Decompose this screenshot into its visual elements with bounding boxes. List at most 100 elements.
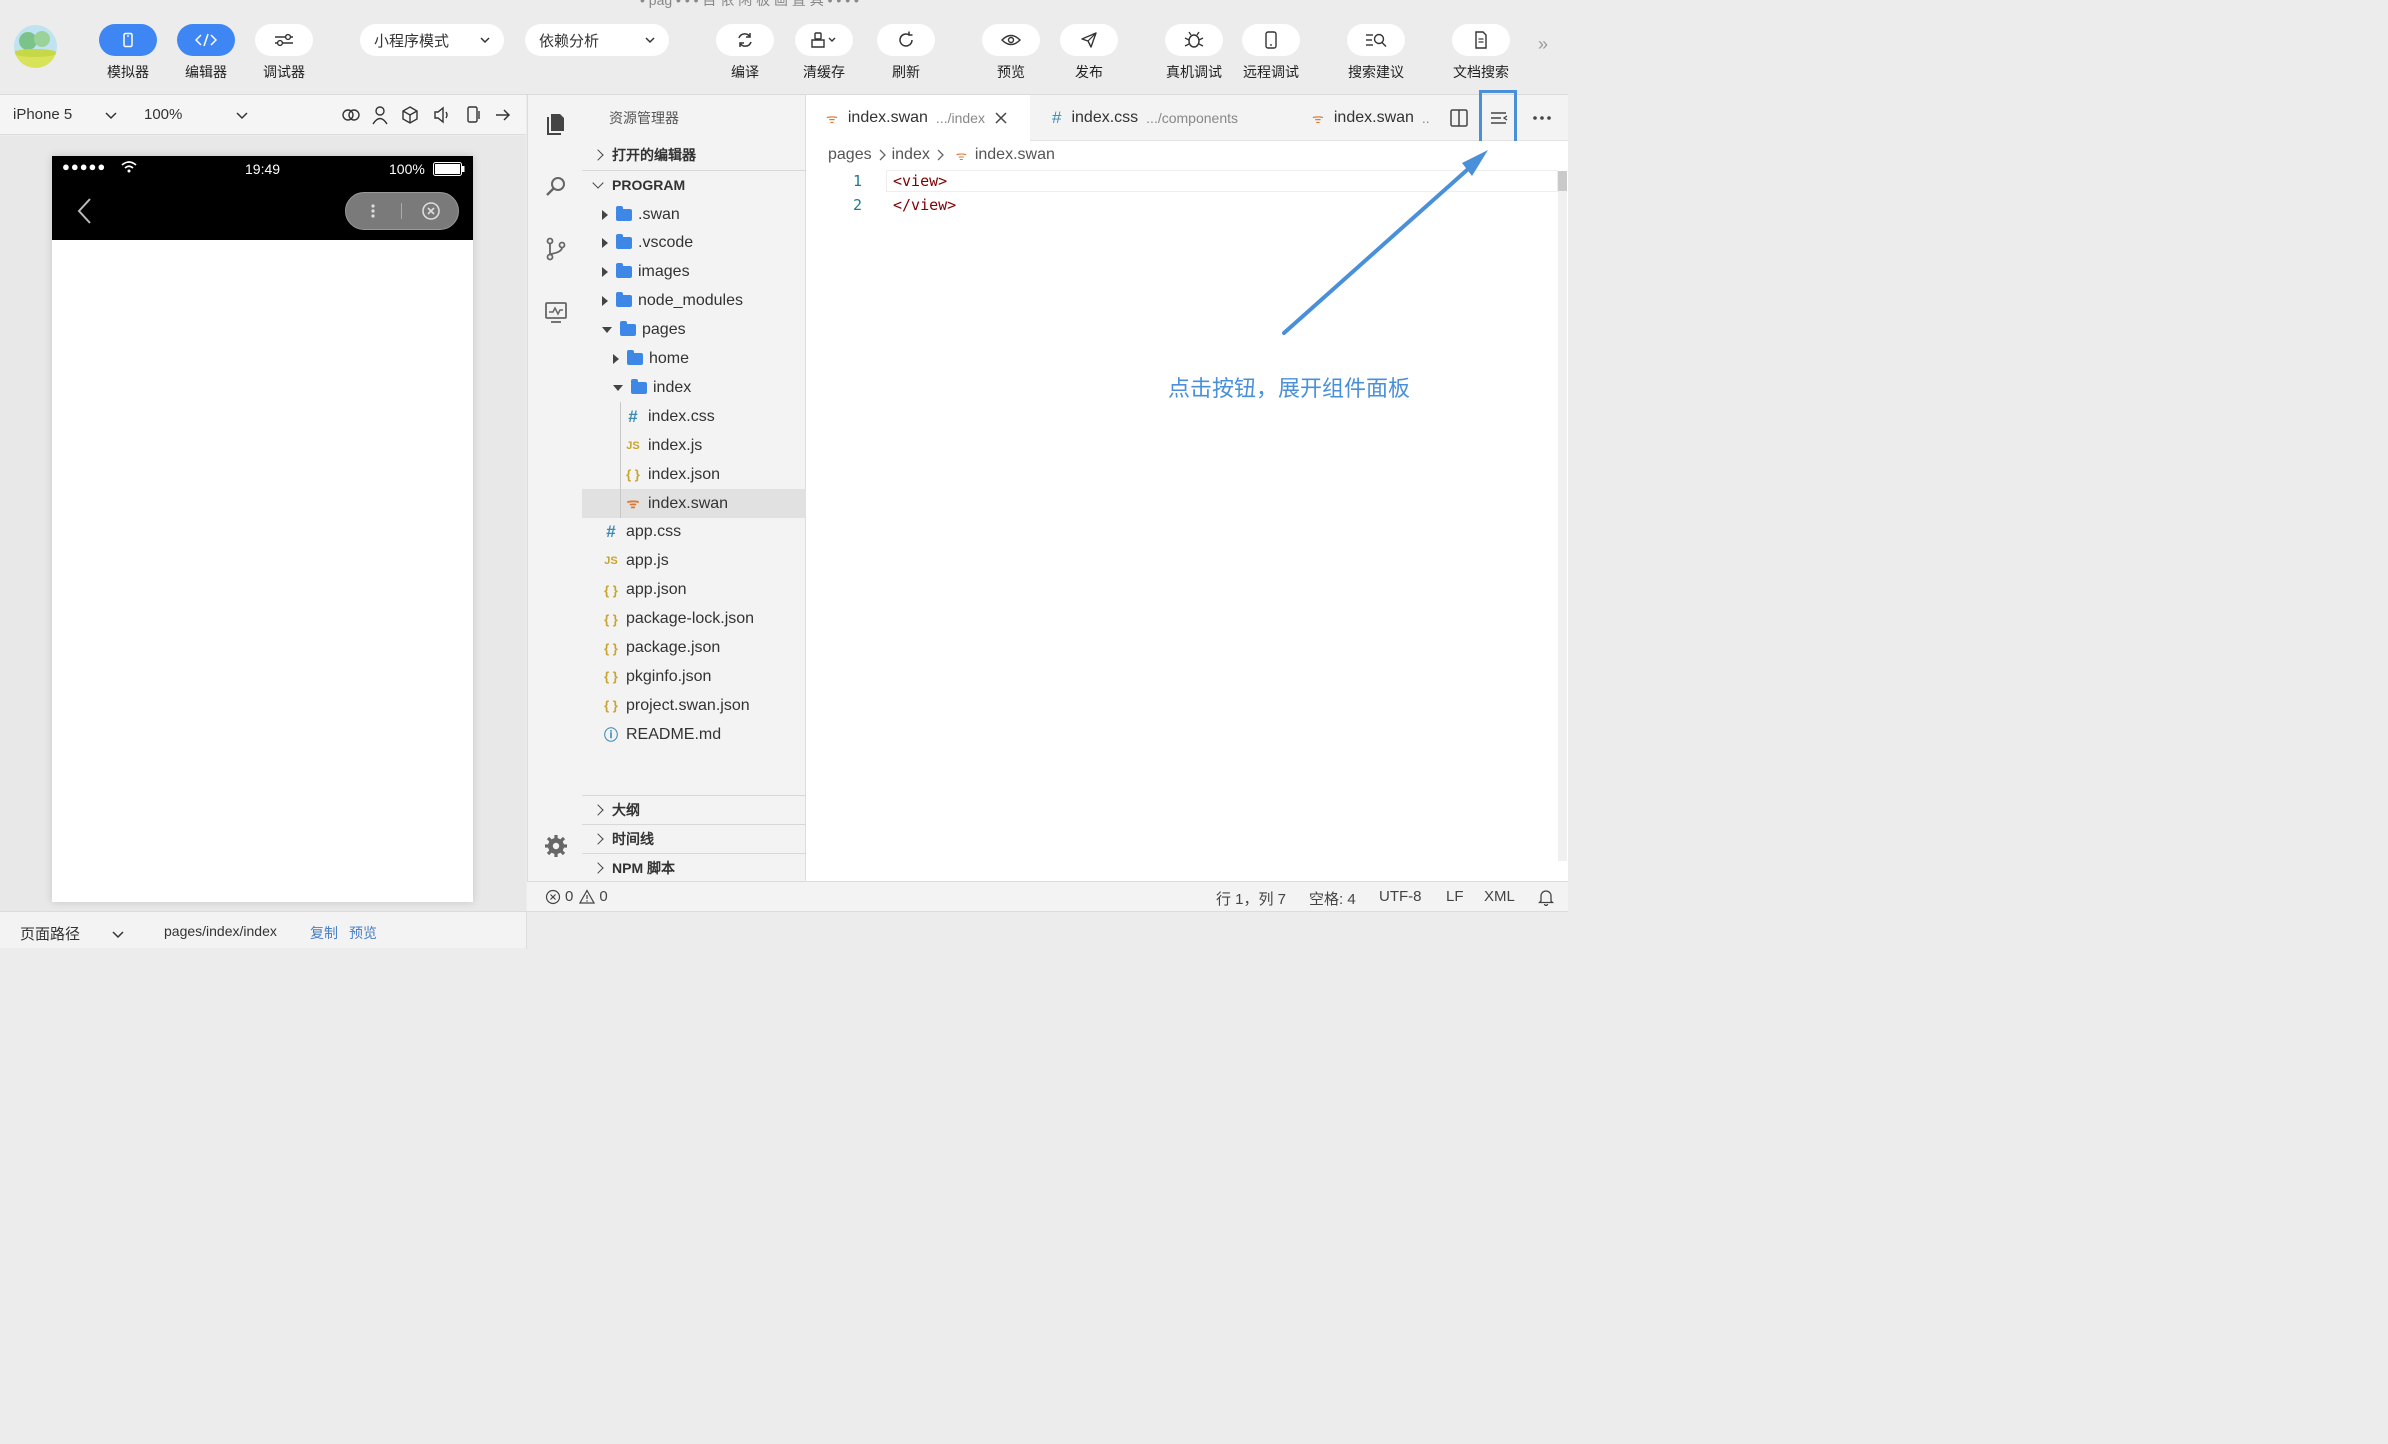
caret-right-icon bbox=[602, 296, 608, 307]
search-icon[interactable] bbox=[543, 174, 569, 200]
timeline-section[interactable]: 时间线 bbox=[582, 824, 806, 853]
user-icon[interactable] bbox=[371, 105, 389, 125]
breadcrumb-item[interactable]: pages bbox=[828, 146, 872, 164]
remote-debug-button[interactable]: 远程调试 bbox=[1242, 24, 1300, 82]
bell-icon[interactable] bbox=[1538, 888, 1554, 906]
toolbar-overflow-icon[interactable]: » bbox=[1538, 34, 1548, 55]
preview-button[interactable]: 预览 bbox=[982, 24, 1040, 82]
tree-file[interactable]: { } package.json bbox=[582, 634, 806, 663]
tree-file[interactable]: { } package-lock.json bbox=[582, 605, 806, 634]
cube-icon[interactable] bbox=[401, 105, 419, 125]
arrow-right-icon[interactable] bbox=[494, 106, 512, 124]
css-file-icon: # bbox=[628, 406, 638, 426]
npm-scripts-section[interactable]: NPM 脚本 bbox=[582, 853, 806, 882]
signal-dots: ●●●●● bbox=[62, 159, 107, 174]
rotate-device-icon[interactable] bbox=[464, 105, 482, 125]
dependency-select-value: 依赖分析 bbox=[539, 32, 600, 50]
encoding-setting[interactable]: UTF-8 bbox=[1379, 888, 1422, 905]
cursor-position[interactable]: 行 1，列 7 bbox=[1216, 888, 1286, 909]
language-mode[interactable]: XML bbox=[1484, 888, 1515, 905]
debugger-button[interactable]: 调试器 bbox=[255, 24, 313, 82]
tree-file[interactable]: ⓘ README.md bbox=[582, 720, 806, 749]
chevron-right-icon bbox=[592, 833, 604, 845]
editor-button[interactable]: 编辑器 bbox=[177, 24, 235, 82]
tree-folder[interactable]: index bbox=[582, 373, 806, 402]
device-select[interactable]: iPhone 5 bbox=[13, 106, 117, 123]
editor-scrollbar[interactable] bbox=[1558, 171, 1567, 861]
refresh-button[interactable]: 刷新 bbox=[877, 24, 935, 82]
paper-plane-icon bbox=[1081, 32, 1097, 48]
simulator-button[interactable]: 模拟器 bbox=[99, 24, 157, 82]
gear-icon[interactable] bbox=[543, 833, 569, 859]
tree-item-label: app.js bbox=[626, 552, 669, 570]
tree-file[interactable]: { } index.json bbox=[582, 460, 806, 490]
tree-item-label: index.json bbox=[648, 465, 721, 483]
tree-file[interactable]: # app.css bbox=[582, 518, 806, 547]
tree-folder[interactable]: .vscode bbox=[582, 229, 806, 258]
chevron-right-icon bbox=[592, 148, 604, 161]
battery-icon bbox=[433, 162, 465, 176]
compile-button[interactable]: 编译 bbox=[716, 24, 774, 82]
tree-item-label: pkginfo.json bbox=[626, 667, 712, 685]
program-section[interactable]: PROGRAM bbox=[582, 170, 806, 199]
eol-setting[interactable]: LF bbox=[1446, 888, 1464, 905]
chevron-right-icon bbox=[592, 804, 604, 816]
tree-folder[interactable]: .swan bbox=[582, 200, 806, 229]
tree-file[interactable]: JS app.js bbox=[582, 547, 806, 576]
tree-item-label: package-lock.json bbox=[626, 610, 755, 628]
close-circle-icon[interactable] bbox=[421, 201, 441, 221]
close-icon[interactable] bbox=[995, 112, 1007, 124]
copy-path-link[interactable]: 复制 bbox=[310, 923, 338, 943]
search-suggest-button[interactable]: 搜索建议 bbox=[1347, 24, 1405, 82]
tree-file[interactable]: JS index.js bbox=[582, 431, 806, 461]
tree-folder[interactable]: pages bbox=[582, 316, 806, 345]
tab-name: index.css bbox=[1071, 109, 1139, 126]
outline-label: 大纲 bbox=[612, 802, 640, 818]
tree-file[interactable]: { } pkginfo.json bbox=[582, 662, 806, 691]
problems-indicator[interactable]: 0 0 bbox=[545, 888, 608, 905]
json-file-icon: { } bbox=[604, 640, 618, 656]
chevron-right-icon bbox=[592, 862, 604, 874]
device-debug-button[interactable]: 真机调试 bbox=[1165, 24, 1223, 82]
source-control-icon[interactable] bbox=[543, 236, 569, 262]
clear-cache-label: 清缓存 bbox=[803, 64, 845, 80]
dependency-select[interactable]: 依赖分析 bbox=[525, 24, 669, 56]
outline-section[interactable]: 大纲 bbox=[582, 795, 806, 824]
simulator-label: 模拟器 bbox=[107, 64, 149, 80]
breadcrumb-item[interactable]: index.swan bbox=[975, 146, 1055, 164]
back-arrow-icon[interactable] bbox=[76, 197, 92, 225]
open-editors-section[interactable]: 打开的编辑器 bbox=[582, 140, 806, 169]
timeline-label: 时间线 bbox=[612, 831, 654, 847]
files-icon[interactable] bbox=[543, 110, 569, 136]
speaker-icon[interactable] bbox=[432, 105, 452, 125]
chevron-down-icon bbox=[105, 111, 117, 119]
tree-folder[interactable]: images bbox=[582, 258, 806, 287]
zoom-select[interactable]: 100% bbox=[144, 106, 248, 123]
tree-file[interactable]: # index.css bbox=[582, 402, 806, 432]
indent-setting[interactable]: 空格: 4 bbox=[1309, 888, 1356, 909]
monitor-icon[interactable] bbox=[543, 299, 569, 325]
clear-cache-button[interactable]: 清缓存 bbox=[795, 24, 853, 82]
folder-open-icon bbox=[620, 321, 636, 337]
page-path-select[interactable]: 页面路径 bbox=[20, 923, 124, 944]
publish-button[interactable]: 发布 bbox=[1060, 24, 1118, 82]
tab-index-css[interactable]: # index.css .../components bbox=[1032, 95, 1290, 141]
component-panel-icon[interactable] bbox=[1489, 109, 1509, 127]
tree-folder[interactable]: home bbox=[582, 345, 806, 374]
tree-file[interactable]: { } project.swan.json bbox=[582, 691, 806, 720]
preview-path-link[interactable]: 预览 bbox=[349, 923, 377, 943]
split-editor-icon[interactable] bbox=[1449, 108, 1469, 128]
tab-index-swan-2[interactable]: ᯤ index.swan .. bbox=[1292, 95, 1438, 141]
tab-index-swan[interactable]: ᯤ index.swan .../index bbox=[806, 95, 1030, 141]
tree-folder[interactable]: node_modules bbox=[582, 287, 806, 316]
mode-select[interactable]: 小程序模式 bbox=[360, 24, 504, 56]
phone-screen[interactable]: ●●●●● 19:49 100% bbox=[52, 156, 473, 902]
tree-file[interactable]: ᯤ index.swan bbox=[582, 489, 806, 518]
tree-file[interactable]: { } app.json bbox=[582, 576, 806, 605]
more-actions-icon[interactable] bbox=[1532, 115, 1552, 121]
more-dots-icon[interactable] bbox=[370, 202, 376, 220]
breadcrumb-item[interactable]: index bbox=[892, 146, 930, 164]
code-editor[interactable]: pages index ᯤ index.swan 1 <view> 2 </vi… bbox=[806, 141, 1568, 881]
overlap-circles-icon[interactable] bbox=[341, 106, 361, 124]
doc-search-button[interactable]: 文档搜索 bbox=[1452, 24, 1510, 82]
